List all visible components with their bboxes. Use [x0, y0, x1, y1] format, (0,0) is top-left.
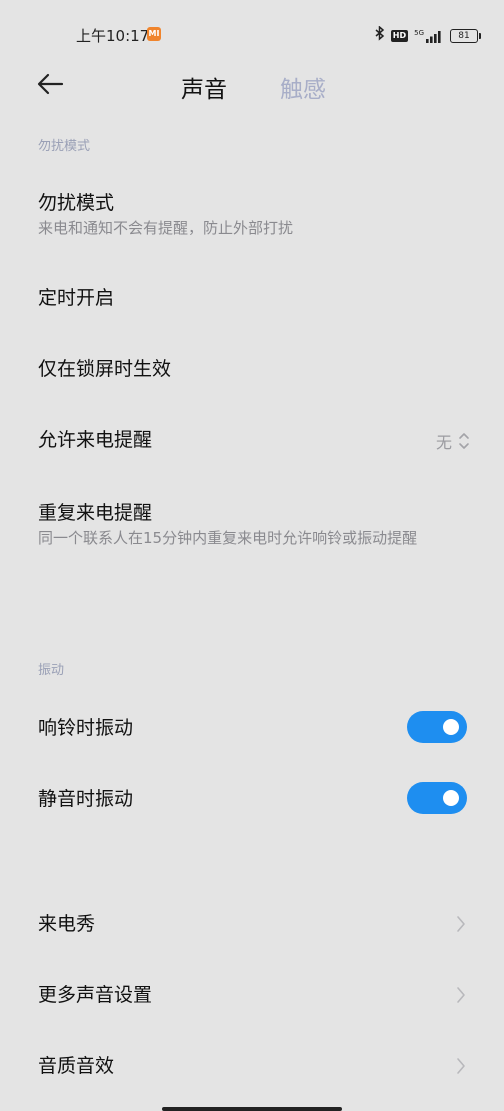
status-bar: 上午10:17 MI HD 5G 81	[0, 0, 504, 60]
back-arrow-icon	[37, 73, 64, 95]
sound-quality-item[interactable]: 音质音效	[0, 1038, 504, 1094]
sound-quality-title: 音质音效	[38, 1055, 115, 1077]
hd-icon: HD	[390, 29, 409, 42]
lockscreen-only-title: 仅在锁屏时生效	[38, 358, 172, 380]
tab-sound[interactable]: 声音	[181, 70, 227, 104]
vibrate-silent-item[interactable]: 静音时振动	[0, 771, 504, 827]
scheduled-on-title: 定时开启	[38, 287, 115, 309]
dnd-mode-item[interactable]: 勿扰模式 来电和通知不会有提醒，防止外部打扰	[0, 180, 504, 250]
vibrate-ringing-item[interactable]: 响铃时振动	[0, 700, 504, 756]
more-sound-settings-item[interactable]: 更多声音设置	[0, 967, 504, 1023]
signal-icon: 5G	[414, 29, 444, 43]
battery-icon: 81	[450, 28, 481, 43]
tab-haptic[interactable]: 触感	[280, 70, 326, 104]
scheduled-on-item[interactable]: 定时开启	[0, 270, 504, 326]
network-type: 5G	[414, 28, 424, 37]
dnd-mode-subtitle: 来电和通知不会有提醒，防止外部打扰	[38, 219, 294, 237]
repeat-calls-title: 重复来电提醒	[38, 502, 153, 524]
allow-calls-value-text: 无	[435, 433, 452, 452]
more-sound-settings-title: 更多声音设置	[38, 984, 153, 1006]
bluetooth-icon	[375, 25, 385, 45]
section-label-dnd: 勿扰模式	[38, 139, 91, 154]
status-time: 上午10:17	[76, 27, 150, 45]
chevron-right-icon	[457, 916, 465, 932]
home-indicator[interactable]	[162, 1107, 342, 1111]
allow-calls-item[interactable]: 允许来电提醒 无	[0, 412, 504, 468]
allow-calls-title: 允许来电提醒	[38, 429, 153, 451]
repeat-calls-subtitle: 同一个联系人在15分钟内重复来电时允许响铃或振动提醒	[38, 529, 418, 547]
mi-notification-icon: MI	[147, 27, 161, 41]
up-down-chevron-icon	[459, 433, 469, 449]
header: 声音 触感	[0, 60, 504, 112]
vibrate-ringing-toggle[interactable]	[407, 711, 467, 743]
chevron-right-icon	[457, 1058, 465, 1074]
vibrate-silent-toggle[interactable]	[407, 782, 467, 814]
caller-show-title: 来电秀	[38, 913, 96, 935]
status-icons: HD 5G 81	[375, 25, 481, 45]
chevron-right-icon	[457, 987, 465, 1003]
allow-calls-value[interactable]: 无	[436, 429, 470, 453]
dnd-mode-title: 勿扰模式	[38, 192, 115, 214]
back-button[interactable]	[34, 68, 74, 100]
repeat-calls-item[interactable]: 重复来电提醒 同一个联系人在15分钟内重复来电时允许响铃或振动提醒	[0, 488, 504, 580]
toggle-knob	[443, 719, 459, 735]
toggle-knob	[443, 790, 459, 806]
vibrate-silent-title: 静音时振动	[38, 788, 134, 810]
lockscreen-only-item[interactable]: 仅在锁屏时生效	[0, 341, 504, 397]
section-label-vibration: 振动	[38, 663, 65, 678]
vibrate-ringing-title: 响铃时振动	[38, 717, 134, 739]
caller-show-item[interactable]: 来电秀	[0, 896, 504, 952]
